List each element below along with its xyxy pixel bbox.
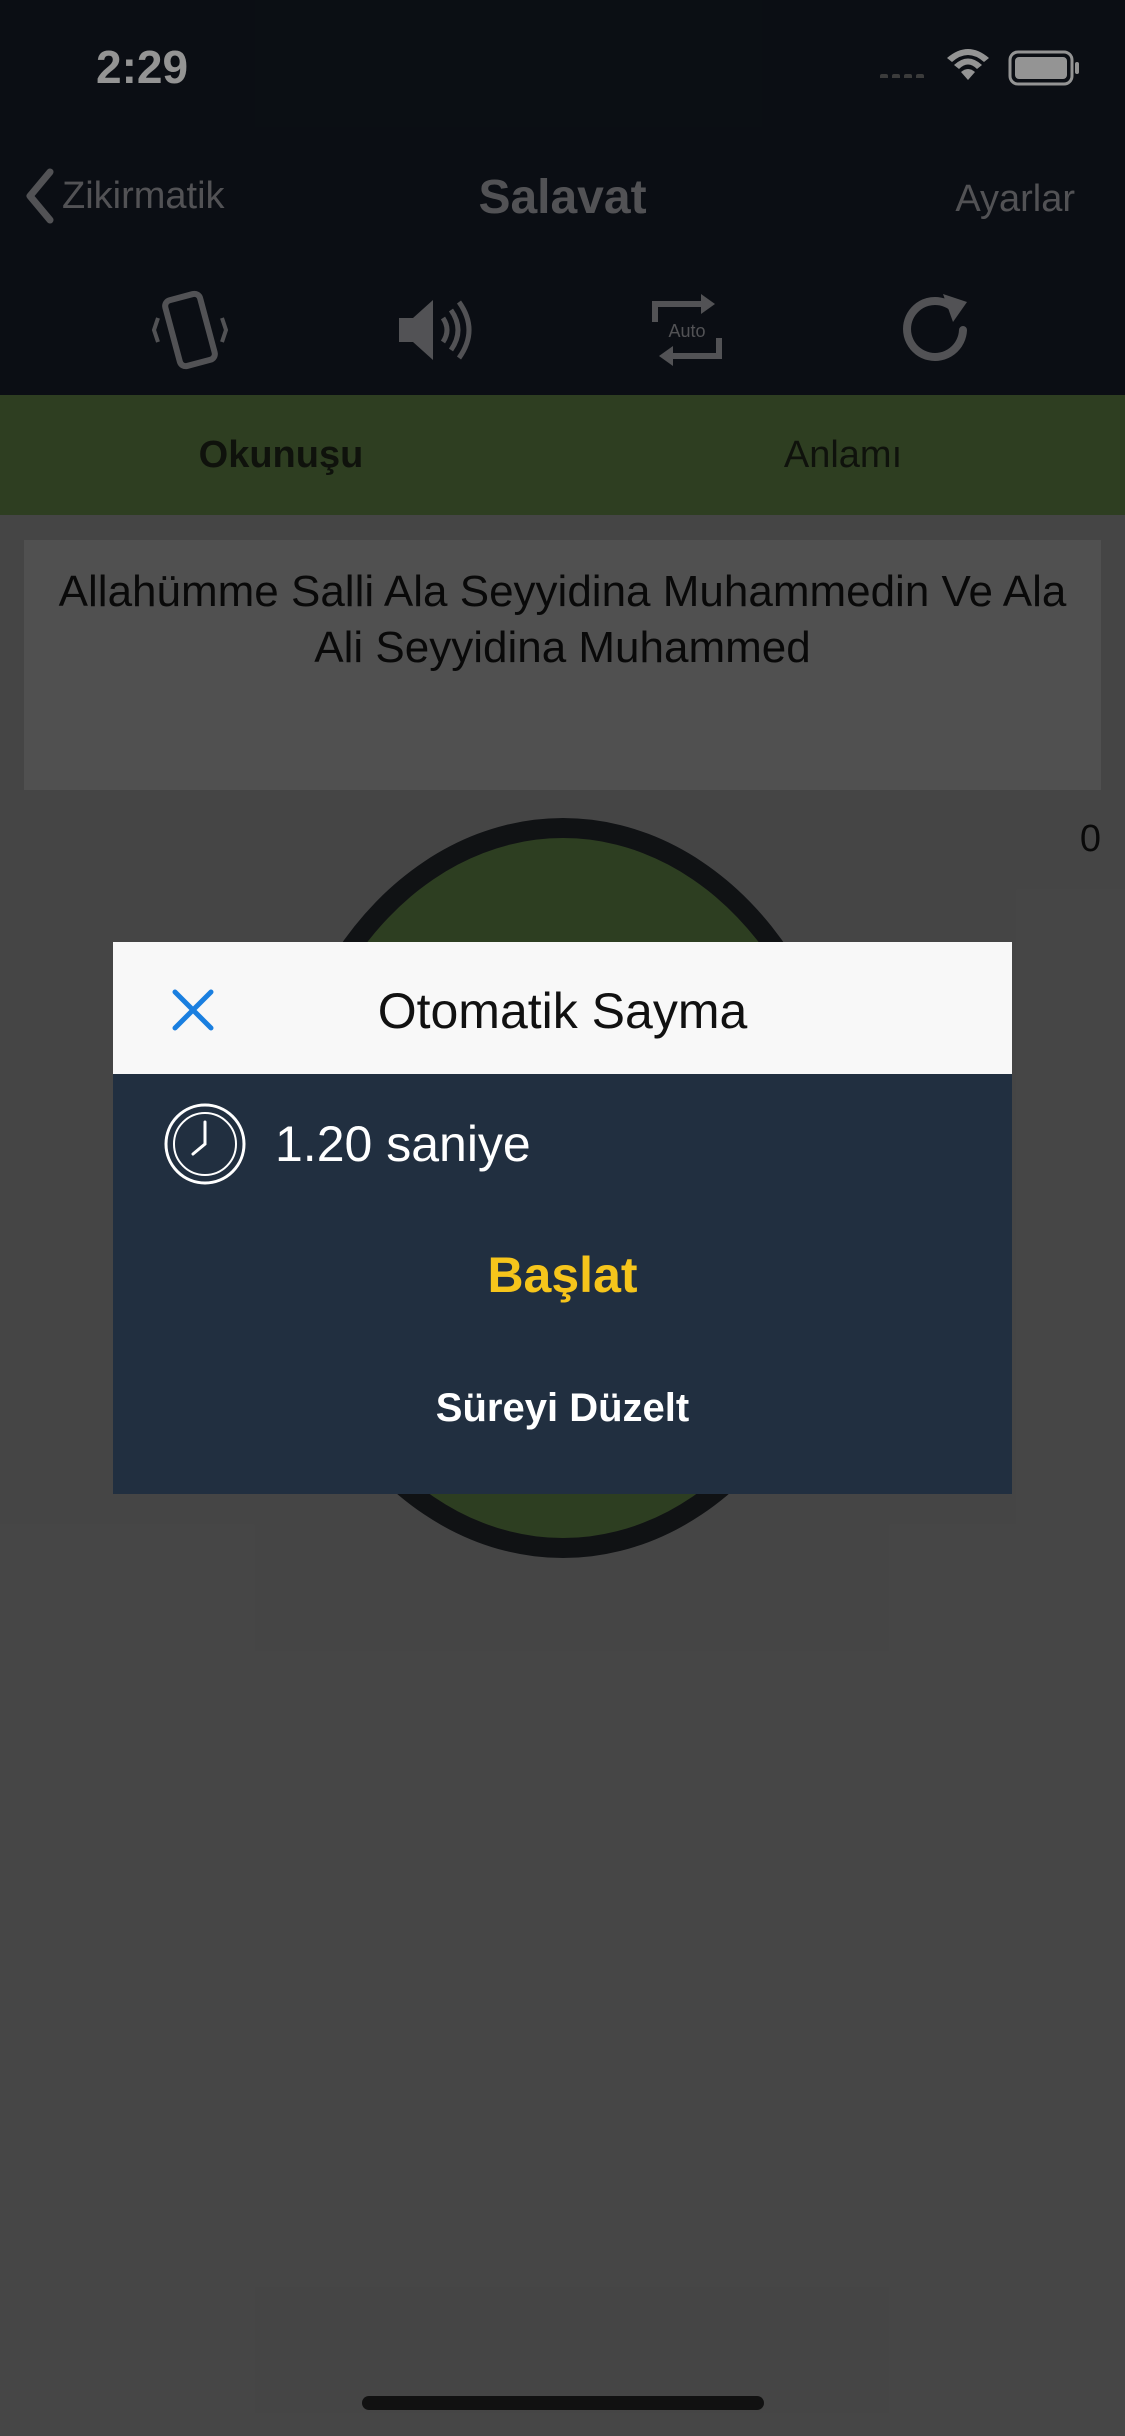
start-button[interactable]: Başlat [113, 1246, 1012, 1304]
close-icon [172, 989, 214, 1031]
home-indicator[interactable] [362, 2396, 764, 2410]
close-button[interactable] [163, 980, 223, 1040]
dialog-title: Otomatik Sayma [377, 983, 748, 1039]
clock-icon [164, 1103, 246, 1185]
dialog-header: Otomatik Sayma [113, 942, 1012, 1074]
edit-duration-button[interactable]: Süreyi Düzelt [113, 1386, 1012, 1431]
interval-row: 1.20 saniye [163, 1102, 531, 1186]
interval-label: 1.20 saniye [275, 1116, 531, 1172]
auto-count-dialog: Otomatik Sayma 1.20 saniye Başlat Süreyi… [113, 942, 1012, 1494]
